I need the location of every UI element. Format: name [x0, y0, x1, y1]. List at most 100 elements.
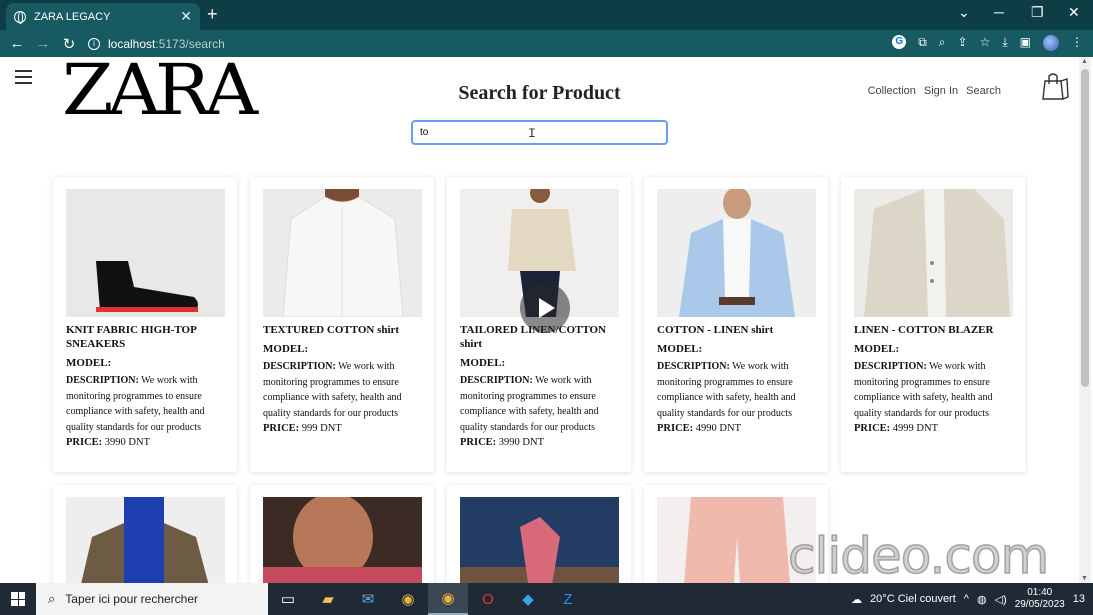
browser-tab[interactable]: ZARA LEGACY ✕ [6, 3, 200, 30]
tray-chevron-icon[interactable]: ^ [964, 593, 969, 605]
product-image[interactable] [854, 189, 1013, 317]
system-tray: ☁ 20°C Ciel couvert ^ ◍ ◁) 01:40 29/05/2… [851, 583, 1085, 615]
tab-search-chevron-icon[interactable]: ⌄ [958, 4, 970, 21]
text-cursor-icon: I [528, 126, 536, 141]
mail-icon[interactable]: ✉ [348, 583, 388, 615]
url-path: :5173/search [155, 36, 225, 51]
site-info-icon[interactable]: i [88, 37, 100, 50]
product-name: LINEN - COTTON BLAZER [854, 324, 994, 336]
product-price: PRICE: 3990 DNT [66, 437, 151, 448]
zoom-app-icon[interactable]: Z [548, 583, 588, 615]
product-image[interactable] [460, 497, 619, 583]
sneaker-image [66, 189, 225, 317]
product-description: DESCRIPTION: We work with monitoring pro… [460, 375, 599, 433]
network-icon[interactable]: ◍ [977, 593, 987, 606]
forward-button[interactable]: → [30, 35, 56, 52]
product-name: TEXTURED COTTON shirt [263, 324, 400, 336]
weather-text[interactable]: 20°C Ciel couvert [870, 593, 956, 605]
product-model-label: MODEL: [66, 357, 112, 369]
video-play-button[interactable] [520, 283, 570, 333]
new-tab-button[interactable]: + [207, 4, 218, 25]
tab-title: ZARA LEGACY [34, 10, 111, 23]
translate-icon[interactable]: ⧉ [918, 35, 927, 51]
windows-taskbar: ⌕ Taper ici pour rechercher ▭ ▰ ✉ ◉ ◉ O … [0, 583, 1093, 615]
download-icon[interactable]: ⤓ [1002, 35, 1007, 51]
volume-icon[interactable]: ◁) [995, 593, 1007, 606]
file-explorer-icon[interactable]: ▰ [308, 583, 348, 615]
blue-blazer-image [657, 189, 816, 317]
product-image[interactable] [263, 497, 422, 583]
notifications-icon[interactable]: 13 [1073, 593, 1085, 605]
page-viewport: ZARA Search for Product I Collection Sig… [0, 57, 1079, 583]
product-image[interactable] [66, 189, 225, 317]
chrome-icon[interactable]: ◉ [388, 583, 428, 615]
toolbar-icons: G ⧉ ⌕ ⇪ ☆ ⤓ ▣ ⋮ [892, 35, 1083, 51]
nav-search[interactable]: Search [966, 85, 1001, 97]
product-description: DESCRIPTION: We work with monitoring pro… [854, 361, 993, 419]
start-button[interactable] [0, 583, 36, 615]
product-name: COTTON - LINEN shirt [657, 324, 774, 336]
reload-button[interactable]: ↻ [56, 35, 82, 53]
product-card[interactable]: COTTON - LINEN shirt MODEL: DESCRIPTION:… [644, 177, 828, 472]
url-host: localhost [108, 36, 156, 51]
taskbar-search-placeholder: Taper ici pour rechercher [65, 592, 199, 606]
close-window-button[interactable]: ✕ [1068, 4, 1080, 21]
clock[interactable]: 01:40 29/05/2023 [1015, 587, 1065, 611]
product-description: DESCRIPTION: We work with monitoring pro… [657, 361, 796, 419]
product-card[interactable]: KNIT FABRIC HIGH-TOP SNEAKERS MODEL: DES… [53, 177, 237, 472]
weather-icon[interactable]: ☁ [851, 593, 862, 606]
product-price: PRICE: 4999 DNT [854, 423, 939, 434]
product-image[interactable] [657, 189, 816, 317]
task-view-icon[interactable]: ▭ [268, 583, 308, 615]
vscode-icon[interactable]: ◆ [508, 583, 548, 615]
product-description: DESCRIPTION: We work with monitoring pro… [66, 375, 205, 433]
product-model-label: MODEL: [657, 343, 703, 355]
zoom-icon[interactable]: ⌕ [939, 35, 946, 51]
check-jacket-image [66, 497, 225, 583]
product-image[interactable] [66, 497, 225, 583]
share-icon[interactable]: ⇪ [958, 35, 968, 51]
page-scrollbar[interactable]: ▲ ▼ [1079, 57, 1091, 583]
product-card[interactable]: LINEN - COTTON BLAZER MODEL: DESCRIPTION… [841, 177, 1025, 472]
nav-collection[interactable]: Collection [868, 85, 916, 97]
menu-kebab-icon[interactable]: ⋮ [1071, 35, 1083, 51]
windows-icon [11, 592, 25, 606]
taskbar-search[interactable]: ⌕ Taper ici pour rechercher [36, 583, 268, 615]
product-name: KNIT FABRIC HIGH-TOP SNEAKERS [66, 324, 197, 350]
minimize-button[interactable]: ─ [994, 4, 1004, 20]
white-shirt-image [263, 189, 422, 317]
google-icon[interactable]: G [892, 35, 907, 49]
shopping-bag-icon[interactable] [1041, 72, 1069, 100]
address-bar: ← → ↻ i localhost:5173/search G ⧉ ⌕ ⇪ ☆ … [0, 30, 1093, 57]
browser-tab-bar: ZARA LEGACY ✕ + ⌄ ─ ❐ ✕ [0, 0, 1093, 30]
globe-icon [14, 10, 26, 24]
scroll-up-icon[interactable]: ▲ [1081, 58, 1088, 65]
linen-blazer-image [854, 189, 1013, 317]
product-card[interactable] [53, 485, 237, 583]
product-price: PRICE: 999 DNT [263, 423, 342, 434]
top-nav: Collection Sign In Search [868, 85, 1001, 97]
restore-button[interactable]: ❐ [1031, 4, 1044, 21]
product-image[interactable] [263, 189, 422, 317]
nav-sign-in[interactable]: Sign In [924, 85, 958, 97]
search-input[interactable] [411, 120, 668, 145]
product-price: PRICE: 4990 DNT [657, 423, 742, 434]
tab-close-icon[interactable]: ✕ [180, 8, 192, 25]
scroll-down-icon[interactable]: ▼ [1081, 575, 1088, 582]
product-price: PRICE: 3990 DNT [460, 437, 545, 448]
product-card[interactable] [447, 485, 631, 583]
watermark-text: clideo.com [787, 526, 1050, 583]
chrome-active-icon[interactable]: ◉ [428, 583, 468, 615]
opera-icon[interactable]: O [468, 583, 508, 615]
back-button[interactable]: ← [4, 35, 30, 52]
outdoor-photo-image [460, 497, 619, 583]
product-model-label: MODEL: [263, 343, 309, 355]
url-field[interactable]: i localhost:5173/search [88, 32, 848, 55]
product-card[interactable] [250, 485, 434, 583]
scrollbar-thumb[interactable] [1081, 69, 1089, 387]
profile-avatar[interactable] [1043, 35, 1059, 51]
product-card[interactable]: TEXTURED COTTON shirt MODEL: DESCRIPTION… [250, 177, 434, 472]
model-photo-image [263, 497, 422, 583]
side-panel-icon[interactable]: ▣ [1020, 35, 1031, 51]
star-icon[interactable]: ☆ [980, 35, 991, 51]
